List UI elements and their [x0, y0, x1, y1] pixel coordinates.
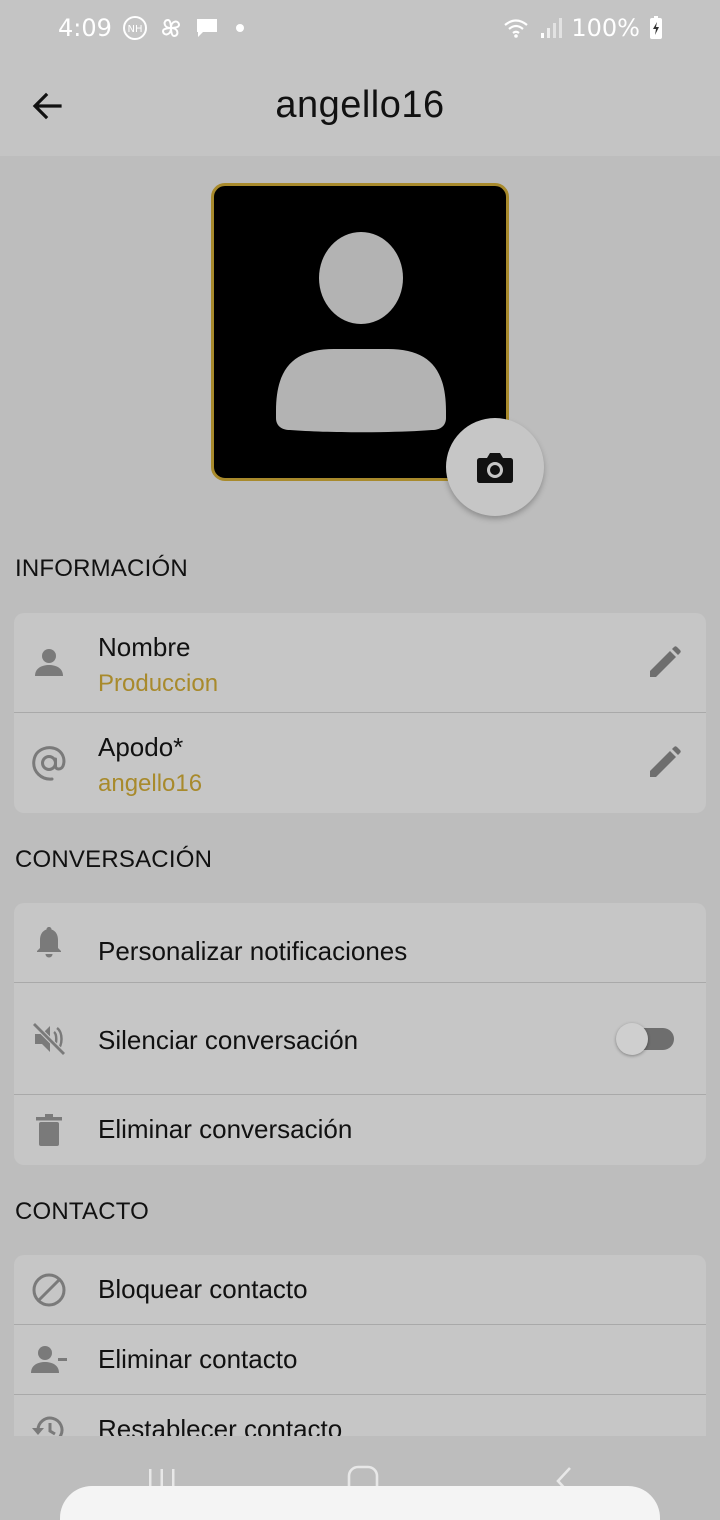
row-nombre[interactable]: Nombre Produccion [14, 613, 706, 713]
volume-off-icon [32, 1022, 66, 1056]
bell-icon [37, 927, 61, 958]
wifi-icon [504, 19, 529, 38]
row-bloquear-contacto[interactable]: Bloquear contacto [14, 1255, 706, 1325]
status-bar: 4:09 NH 100% [0, 0, 720, 58]
row-silenciar-conversacion[interactable]: Silenciar conversación [14, 983, 706, 1095]
battery-charging-icon [650, 16, 662, 39]
section-title-info: INFORMACIÓN [15, 555, 188, 582]
pencil-icon[interactable] [646, 645, 682, 681]
row-label: Eliminar conversación [98, 1114, 353, 1144]
row-apodo[interactable]: Apodo* angello16 [14, 713, 706, 813]
row-label: Silenciar conversación [98, 1025, 359, 1055]
contact-card: Bloquear contacto Eliminar contacto Rest… [14, 1255, 706, 1436]
row-value: Produccion [98, 670, 219, 697]
dot-icon [235, 24, 244, 32]
row-restablecer-contacto[interactable]: Restablecer contacto [14, 1395, 706, 1436]
row-label: Eliminar contacto [98, 1344, 298, 1374]
battery-percent: 100% [571, 14, 640, 42]
pencil-icon[interactable] [646, 745, 682, 781]
status-left: 4:09 NH [58, 14, 244, 42]
row-personalizar-notificaciones[interactable]: Personalizar notificaciones [14, 903, 706, 983]
person-remove-icon [31, 1346, 67, 1373]
nh-icon: NH [122, 16, 147, 40]
status-right: 100% [503, 14, 664, 42]
row-label: Bloquear contacto [98, 1274, 308, 1304]
change-photo-button[interactable] [446, 418, 544, 516]
pinwheel-icon [161, 18, 180, 38]
camera-icon [477, 453, 513, 483]
row-eliminar-conversacion[interactable]: Eliminar conversación [14, 1095, 706, 1165]
restore-icon [32, 1416, 64, 1436]
section-title-conversation: CONVERSACIÓN [15, 846, 213, 873]
toggle-thumb [616, 1023, 648, 1055]
bottom-sheet [60, 1486, 660, 1520]
person-icon [35, 649, 63, 676]
page-title: angello16 [275, 84, 445, 126]
app-bar: angello16 [0, 58, 720, 156]
row-label: Nombre [98, 632, 191, 662]
signal-icon [541, 18, 563, 38]
row-eliminar-contacto[interactable]: Eliminar contacto [14, 1325, 706, 1395]
status-time: 4:09 [58, 14, 112, 42]
row-label: Personalizar notificaciones [98, 936, 408, 966]
at-icon [32, 746, 66, 781]
info-card: Nombre Produccion Apodo* angello16 [14, 613, 706, 813]
message-icon [196, 19, 217, 37]
row-value: angello16 [98, 770, 203, 797]
svg-text:NH: NH [127, 24, 142, 35]
conversation-card: Personalizar notificaciones Silenciar co… [14, 903, 706, 1165]
trash-icon [36, 1114, 62, 1146]
row-label: Restablecer contacto [98, 1414, 343, 1436]
row-label: Apodo* [98, 732, 184, 762]
block-icon [32, 1273, 66, 1307]
section-title-contact: CONTACTO [15, 1198, 150, 1225]
mute-toggle[interactable] [616, 1023, 674, 1055]
